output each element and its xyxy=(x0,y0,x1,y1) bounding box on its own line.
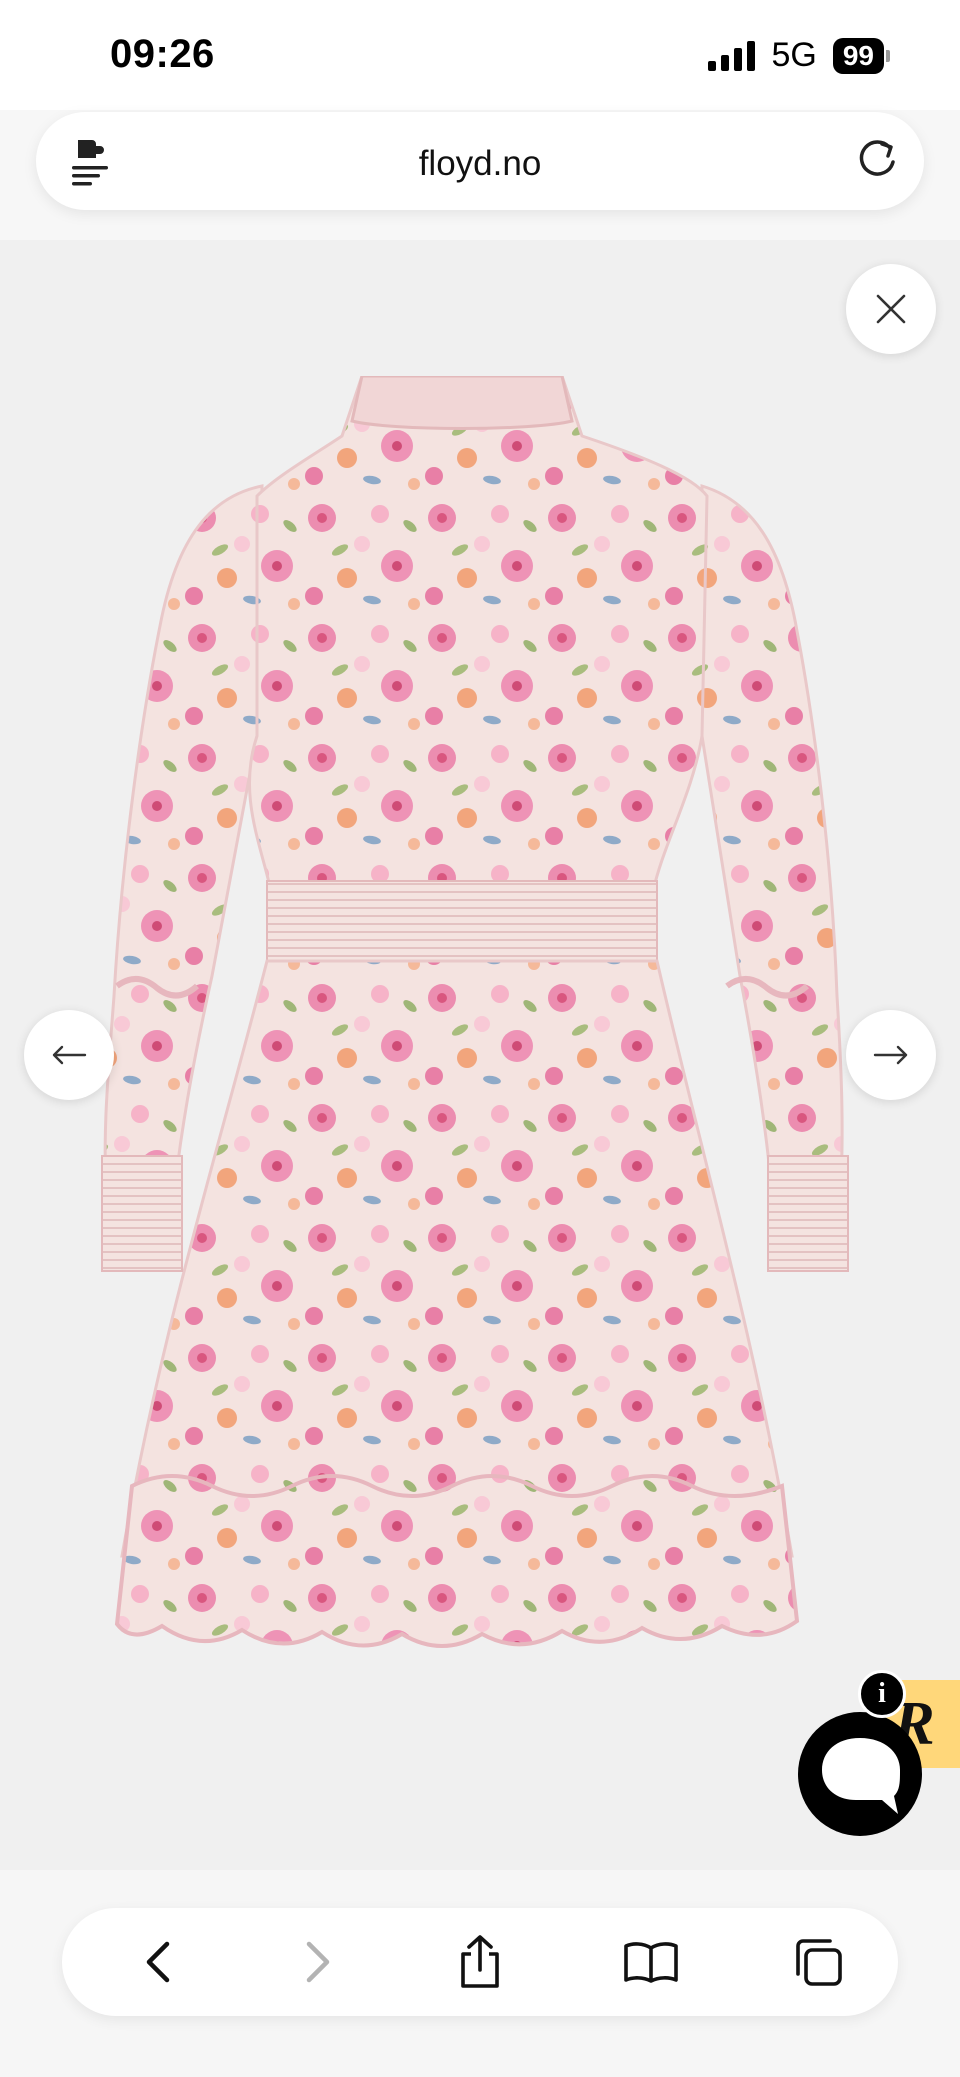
share-icon xyxy=(461,1935,499,1988)
toolbar-pill xyxy=(62,1908,898,2016)
close-icon xyxy=(876,294,906,324)
chevron-right-icon xyxy=(306,1941,330,1983)
chat-widget[interactable]: R i xyxy=(796,1670,960,1850)
status-bar: 09:26 5G 99 xyxy=(0,0,960,110)
address-bar-area: floyd.no xyxy=(0,110,960,240)
book-icon xyxy=(624,1942,678,1983)
forward-button[interactable] xyxy=(284,1928,352,1996)
battery-icon: 99 xyxy=(832,37,890,74)
signal-icon xyxy=(708,40,756,71)
reload-icon[interactable] xyxy=(852,134,902,184)
tabs-button[interactable] xyxy=(784,1928,852,1996)
share-button[interactable] xyxy=(446,1928,514,1996)
close-button[interactable] xyxy=(846,264,936,354)
tabs-icon xyxy=(796,1939,842,1986)
address-bar[interactable]: floyd.no xyxy=(36,112,924,210)
bookmarks-button[interactable] xyxy=(617,1928,685,1996)
url-text: floyd.no xyxy=(418,144,542,183)
status-indicators: 5G 99 xyxy=(708,36,890,75)
info-badge[interactable]: i xyxy=(858,1670,906,1718)
chat-bubble-icon[interactable] xyxy=(796,1710,924,1838)
status-time: 09:26 xyxy=(110,32,215,76)
battery-level: 99 xyxy=(832,37,884,74)
browser-toolbar xyxy=(0,1870,960,2077)
product-image-viewer[interactable] xyxy=(0,240,960,1870)
page: 09:26 5G 99 floyd.no R i xyxy=(0,0,960,2077)
product-image xyxy=(101,376,849,1648)
back-button[interactable] xyxy=(124,1928,192,1996)
arrow-left-icon xyxy=(52,1045,87,1065)
previous-image-button[interactable] xyxy=(24,1010,114,1100)
chevron-left-icon xyxy=(146,1941,170,1983)
network-label: 5G xyxy=(771,36,817,74)
arrow-right-icon xyxy=(873,1045,908,1065)
next-image-button[interactable] xyxy=(846,1010,936,1100)
